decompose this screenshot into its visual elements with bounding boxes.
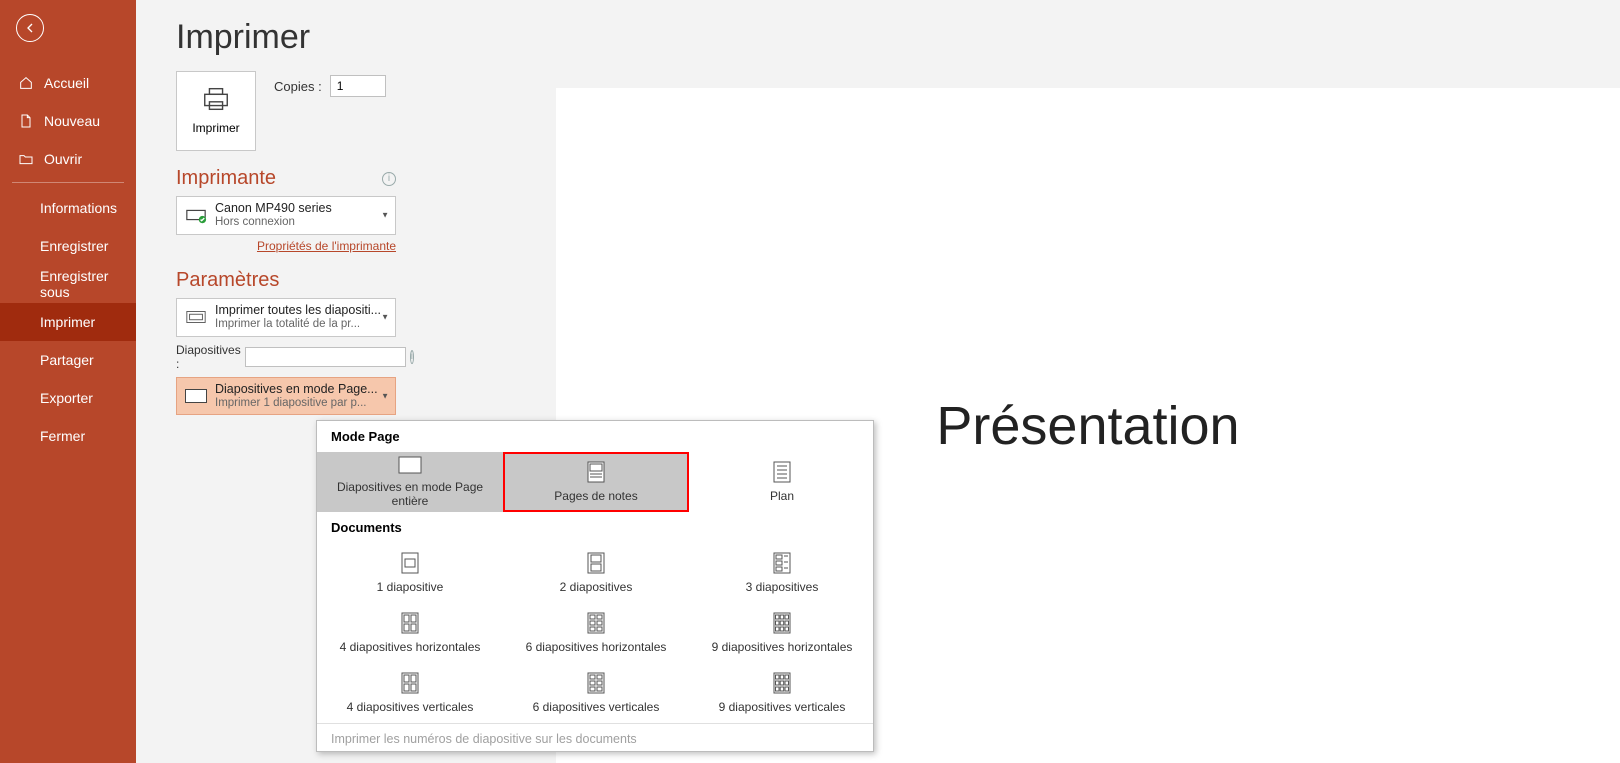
print-range-dropdown[interactable]: Imprimer toutes les diapositi... Imprime… (176, 298, 396, 337)
nav-fermer[interactable]: Fermer (0, 417, 136, 455)
slide-thumb-icon (185, 389, 207, 403)
full-slide-icon (398, 456, 422, 474)
nav-ouvrir[interactable]: Ouvrir (0, 140, 136, 178)
layout-option-notes-pages[interactable]: Pages de notes (503, 452, 689, 512)
page-title: Imprimer (176, 18, 426, 57)
print-range-sub: Imprimer la totalité de la pr... (215, 318, 381, 332)
handout-9v-icon (773, 672, 791, 694)
gallery-footer-option[interactable]: Imprimer les numéros de diapositive sur … (317, 723, 873, 751)
nav-label: Partager (40, 352, 94, 368)
folder-open-icon (18, 151, 34, 167)
printer-icon (201, 87, 231, 111)
handout-9h-icon (773, 612, 791, 634)
layout-option-6v[interactable]: 6 diapositives verticales (503, 663, 689, 723)
home-icon (18, 75, 34, 91)
slide-title-text: Présentation (936, 395, 1239, 457)
nav-enregistrer[interactable]: Enregistrer (0, 227, 136, 265)
nav-nouveau[interactable]: Nouveau (0, 102, 136, 140)
nav-label: Nouveau (44, 113, 100, 129)
print-button-label: Imprimer (192, 121, 239, 135)
slides-range-label: Diapositives : (176, 343, 241, 371)
file-new-icon (18, 113, 34, 129)
handout-1-icon (401, 552, 419, 574)
nav-enregistrer-sous[interactable]: Enregistrer sous (0, 265, 136, 303)
section-printer-title: Imprimante i (176, 167, 396, 190)
nav-label: Ouvrir (44, 151, 82, 167)
nav-label: Enregistrer sous (40, 268, 136, 300)
gallery-heading-documents: Documents (317, 512, 873, 543)
chevron-down-icon: ▼ (381, 313, 389, 322)
handout-4v-icon (401, 672, 419, 694)
layout-option-full-page-slides[interactable]: Diapositives en mode Page entière (317, 452, 503, 512)
layout-option-2-slides[interactable]: 2 diapositives (503, 543, 689, 603)
section-settings-title: Paramètres (176, 269, 396, 292)
layout-option-4h[interactable]: 4 diapositives horizontales (317, 603, 503, 663)
nav-label: Exporter (40, 390, 93, 406)
printer-status: Hors connexion (215, 216, 332, 230)
nav-label: Imprimer (40, 314, 95, 330)
handout-6v-icon (587, 672, 605, 694)
nav-label: Accueil (44, 75, 89, 91)
slides-range-input[interactable] (245, 347, 406, 367)
slides-all-icon (185, 309, 207, 325)
separator (12, 182, 124, 183)
main-content: Imprimer Imprimer Copies : Imprimante i … (136, 0, 1620, 763)
handout-3-icon (773, 552, 791, 574)
nav-exporter[interactable]: Exporter (0, 379, 136, 417)
printer-properties-link[interactable]: Propriétés de l'imprimante (176, 239, 396, 253)
print-button[interactable]: Imprimer (176, 71, 256, 151)
handout-2-icon (587, 552, 605, 574)
layout-option-4v[interactable]: 4 diapositives verticales (317, 663, 503, 723)
nav-partager[interactable]: Partager (0, 341, 136, 379)
chevron-down-icon: ▼ (381, 211, 389, 220)
layout-sub: Imprimer 1 diapositive par p... (215, 397, 378, 411)
printer-name: Canon MP490 series (215, 201, 332, 216)
layout-option-3-slides[interactable]: 3 diapositives (689, 543, 875, 603)
layout-option-6h[interactable]: 6 diapositives horizontales (503, 603, 689, 663)
info-icon[interactable]: i (382, 172, 396, 186)
nav-informations[interactable]: Informations (0, 189, 136, 227)
handout-6h-icon (587, 612, 605, 634)
back-button[interactable] (16, 14, 44, 42)
nav-accueil[interactable]: Accueil (0, 64, 136, 102)
layout-option-outline[interactable]: Plan (689, 452, 875, 512)
backstage-sidebar: Accueil Nouveau Ouvrir Informations Enre… (0, 0, 136, 763)
copies-input[interactable] (330, 75, 386, 97)
printer-device-icon (185, 206, 207, 224)
info-icon[interactable]: i (410, 350, 414, 364)
nav-label: Fermer (40, 428, 85, 444)
nav-label: Enregistrer (40, 238, 108, 254)
layout-option-9v[interactable]: 9 diapositives verticales (689, 663, 875, 723)
layout-option-9h[interactable]: 9 diapositives horizontales (689, 603, 875, 663)
layout-main: Diapositives en mode Page... (215, 382, 378, 397)
printer-select-dropdown[interactable]: Canon MP490 series Hors connexion ▼ (176, 196, 396, 235)
chevron-down-icon: ▼ (381, 391, 389, 400)
copies-label: Copies : (274, 79, 322, 94)
layout-dropdown[interactable]: Diapositives en mode Page... Imprimer 1 … (176, 377, 396, 416)
layout-option-1-slide[interactable]: 1 diapositive (317, 543, 503, 603)
notes-pages-icon (587, 461, 605, 483)
nav-imprimer[interactable]: Imprimer (0, 303, 136, 341)
outline-icon (773, 461, 791, 483)
layout-gallery-popup: Mode Page Diapositives en mode Page enti… (316, 420, 874, 752)
gallery-heading-mode-page: Mode Page (317, 421, 873, 452)
nav-label: Informations (40, 200, 117, 216)
print-range-main: Imprimer toutes les diapositi... (215, 303, 381, 318)
arrow-left-icon (22, 20, 38, 36)
handout-4h-icon (401, 612, 419, 634)
